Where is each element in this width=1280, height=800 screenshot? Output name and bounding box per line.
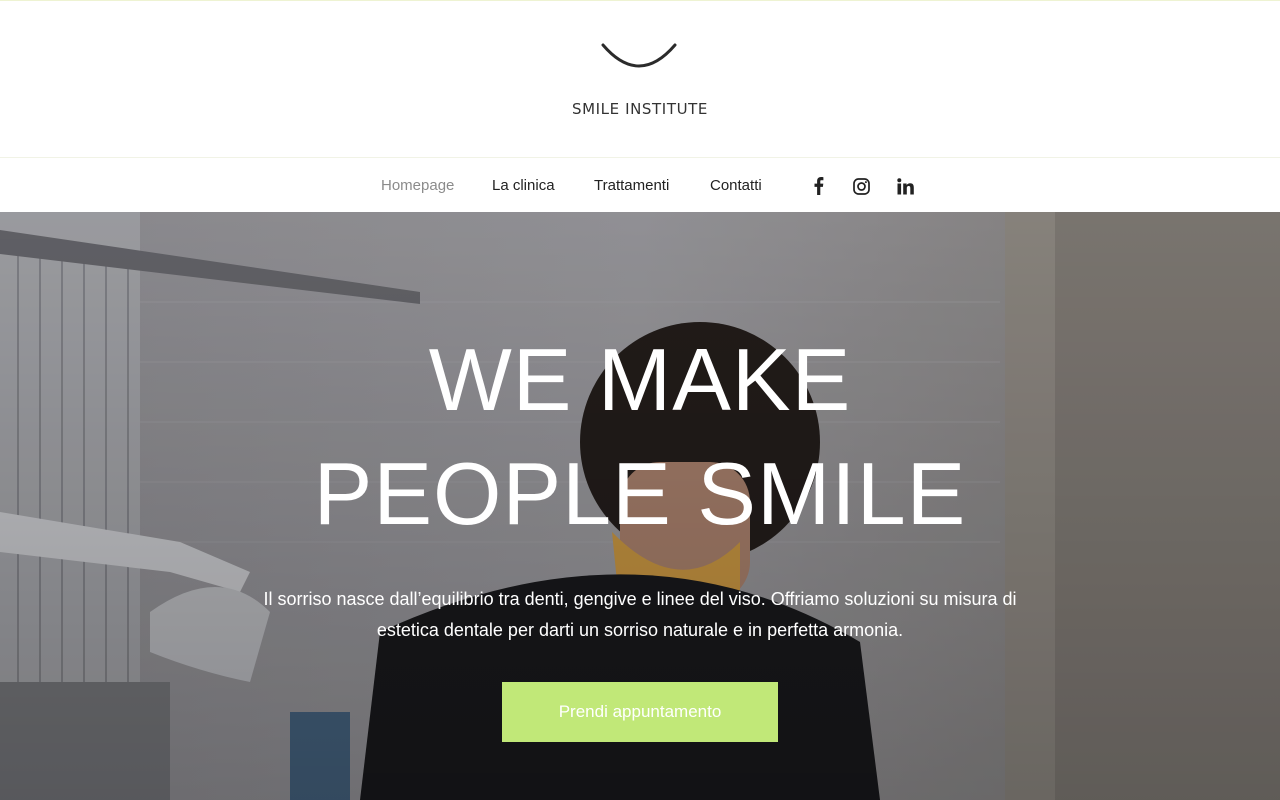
nav-item-la-clinica[interactable]: La clinica <box>492 177 555 194</box>
brand-name[interactable]: SMILE INSTITUTE <box>0 100 1280 118</box>
facebook-icon[interactable] <box>808 175 830 197</box>
site-header: SMILE INSTITUTE <box>0 1 1280 158</box>
book-appointment-button[interactable]: Prendi appuntamento <box>502 682 778 742</box>
smile-arc-icon[interactable] <box>601 41 677 73</box>
hero-title-line2: PEOPLE SMILE <box>313 444 967 543</box>
nav-item-trattamenti[interactable]: Trattamenti <box>594 177 669 194</box>
nav-item-homepage[interactable]: Homepage <box>381 177 454 194</box>
main-nav: Homepage La clinica Trattamenti Contatti <box>0 159 1280 212</box>
linkedin-icon[interactable] <box>894 175 916 197</box>
nav-item-contatti[interactable]: Contatti <box>710 177 762 194</box>
hero-section: WE MAKE PEOPLE SMILE Il sorriso nasce da… <box>0 212 1280 800</box>
hero-description: Il sorriso nasce dall’equilibrio tra den… <box>263 589 1017 640</box>
instagram-icon[interactable] <box>850 175 872 197</box>
hero-title-line1: WE MAKE <box>428 330 852 429</box>
